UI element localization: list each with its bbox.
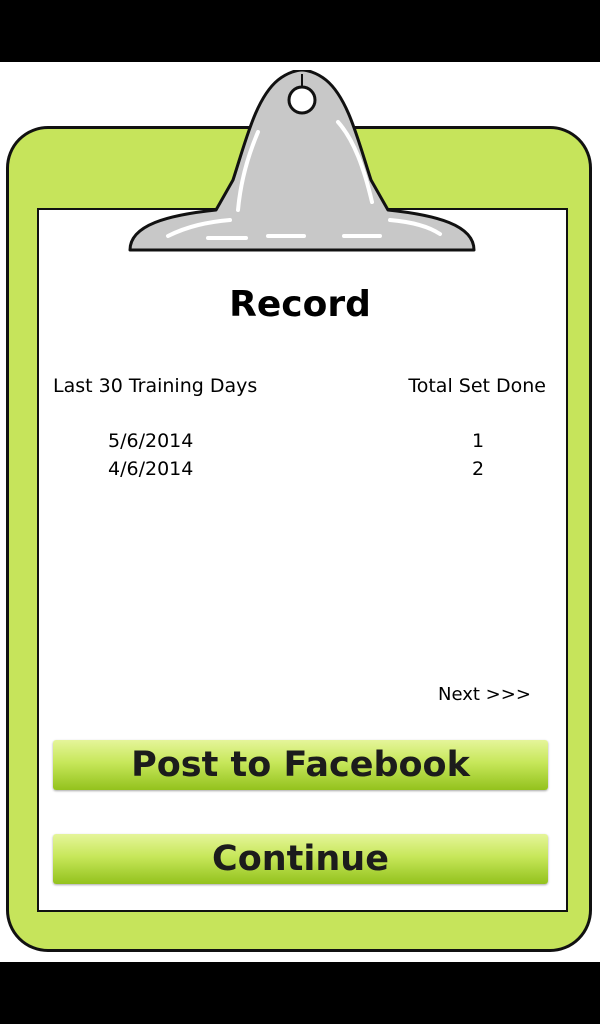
record-row: 4/6/2014 2 — [0, 458, 600, 486]
column-header-total-sets: Total Set Done — [408, 375, 546, 397]
record-sets: 2 — [471, 458, 485, 480]
column-header-training-days: Last 30 Training Days — [53, 375, 258, 397]
page-title: Record — [229, 284, 371, 325]
clipboard-clip-icon — [128, 70, 476, 252]
app-screen: Record Last 30 Training Days Total Set D… — [0, 0, 600, 1024]
continue-button[interactable]: Continue — [53, 834, 548, 884]
post-to-facebook-button[interactable]: Post to Facebook — [53, 740, 548, 790]
next-page-link[interactable]: Next >>> — [438, 684, 531, 705]
record-list: 5/6/2014 1 4/6/2014 2 — [0, 430, 600, 486]
record-sets: 1 — [471, 430, 485, 452]
record-date: 5/6/2014 — [108, 430, 194, 452]
record-date: 4/6/2014 — [108, 458, 194, 480]
record-row: 5/6/2014 1 — [0, 430, 600, 458]
